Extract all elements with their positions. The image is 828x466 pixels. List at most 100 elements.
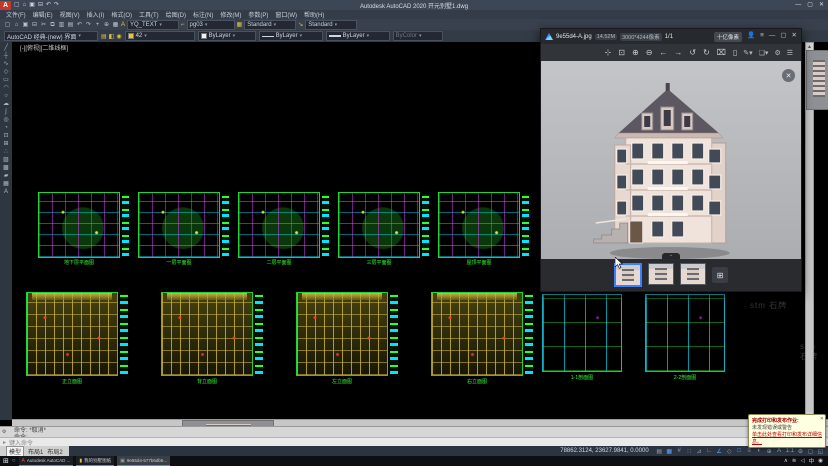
ellipse-tool-icon[interactable]: ◎ (3, 117, 8, 123)
menu-item[interactable]: 标注(N) (193, 10, 213, 19)
mleader-style-combo[interactable]: Standard▾ (305, 20, 357, 30)
color-combo[interactable]: ByLayer▾ (198, 31, 256, 41)
circle-tool-icon[interactable]: ○ (4, 93, 8, 99)
paste-icon[interactable]: ▥ (58, 22, 65, 28)
menu-item[interactable]: 插入(I) (87, 10, 105, 19)
layer-properties-icon[interactable]: ▤ (101, 33, 107, 40)
recent-commands-icon[interactable]: ⚙ (2, 429, 6, 435)
dynamic-input-toggle[interactable]: ⊿ (696, 448, 703, 455)
command-input[interactable]: ▸ 键入命令 (0, 437, 828, 446)
menu-item[interactable]: 视图(V) (60, 10, 80, 19)
menu-item[interactable]: 编辑(E) (33, 10, 53, 19)
spline-tool-icon[interactable]: ∫ (5, 109, 7, 115)
menu-item[interactable]: 工具(T) (139, 10, 159, 19)
thumbnail-grid-button[interactable]: ⊞ (712, 267, 728, 283)
pan-icon[interactable]: + (94, 22, 101, 28)
print-icon[interactable]: ⊟ (31, 22, 38, 28)
balloon-close-icon[interactable]: ✕ (820, 416, 824, 422)
menu-item[interactable]: 参数(P) (248, 10, 268, 19)
tab-model[interactable]: 模型 (6, 446, 24, 457)
notification-icon[interactable]: ◉ (818, 458, 823, 464)
undo-icon[interactable]: ↶ (76, 22, 83, 28)
edit-image-icon[interactable]: ✎▾ (743, 49, 752, 57)
thumbnail-3[interactable] (680, 263, 706, 285)
model-space-toggle[interactable]: ▤ (656, 448, 663, 455)
plot-icon[interactable]: ⊟ (38, 2, 43, 8)
text-style-combo[interactable]: YQ_TEXT▾ (127, 20, 179, 30)
taskbar-item-notes[interactable]: ▮ 我的别墅图纸 (76, 456, 114, 466)
window-close-icon[interactable]: ✕ (819, 2, 824, 8)
viewer-minimize-icon[interactable]: — (769, 33, 776, 40)
table-style-combo[interactable]: Standard▾ (244, 20, 296, 30)
workspace-switching-icon[interactable]: ⚙ (797, 448, 804, 455)
open-icon[interactable]: ⌂ (13, 22, 20, 28)
previous-image-icon[interactable]: ← (659, 48, 667, 57)
annotation-scale-value[interactable]: 1:1 (786, 448, 794, 455)
selection-cycling-toggle[interactable]: ⊕ (766, 448, 773, 455)
menu-item[interactable]: 文件(F) (6, 10, 26, 19)
redo-icon[interactable]: ↷ (85, 22, 92, 28)
new-file-icon[interactable]: ▢ (14, 2, 20, 8)
autocad-logo-icon[interactable]: A (0, 1, 11, 10)
layer-isolate-icon[interactable]: ◉ (116, 33, 121, 40)
save-icon[interactable]: ▣ (29, 2, 35, 8)
menu-item[interactable]: 修改(M) (220, 10, 241, 19)
grid-toggle[interactable]: ▦ (666, 448, 673, 455)
viewer-close-icon[interactable]: ✕ (792, 33, 797, 40)
rotate-left-icon[interactable]: ↺ (689, 48, 696, 57)
window-minimize-icon[interactable]: — (795, 2, 801, 8)
thumbnail-2[interactable] (648, 263, 674, 285)
layer-combo[interactable]: 42▾ (125, 31, 195, 41)
menu-item[interactable]: 格式(O) (111, 10, 132, 19)
menu-item[interactable]: 窗口(W) (275, 10, 297, 19)
make-block-tool-icon[interactable]: ⊞ (3, 141, 8, 147)
annotation-visibility-toggle[interactable]: A (776, 448, 783, 455)
dim-style-combo[interactable]: pg03▾ (187, 20, 235, 30)
hatch-tool-icon[interactable]: ▨ (3, 157, 9, 163)
taskbar-search-icon[interactable]: ○ (12, 458, 16, 464)
viewer-image-close-icon[interactable]: ✕ (782, 69, 795, 82)
menu-item[interactable]: 帮助(H) (304, 10, 324, 19)
delete-image-icon[interactable]: ⌧ (717, 48, 726, 57)
lineweight-toggle[interactable]: ≡ (746, 448, 753, 455)
save-icon[interactable]: ▣ (22, 22, 29, 28)
window-maximize-icon[interactable]: ▢ (807, 2, 813, 8)
polygon-tool-icon[interactable]: ◇ (4, 69, 9, 75)
cut-icon[interactable]: ✂ (40, 22, 47, 28)
strip-collapse-icon[interactable]: ⌄ (662, 253, 680, 259)
next-image-icon[interactable]: → (674, 48, 682, 57)
settings-icon[interactable]: ⚙ (774, 49, 780, 57)
osnap-toggle[interactable]: □ (736, 448, 743, 455)
start-button[interactable]: ⊞ (3, 457, 9, 465)
match-properties-icon[interactable]: ▤ (67, 22, 74, 28)
vertical-scroll-thumb[interactable] (806, 50, 828, 110)
snap-toggle[interactable]: # (676, 448, 683, 455)
open-file-icon[interactable]: ⌂ (23, 2, 27, 8)
insert-block-tool-icon[interactable]: ⊡ (3, 133, 8, 139)
properties-icon[interactable]: ▦ (112, 22, 119, 28)
undo-icon[interactable]: ↶ (46, 2, 51, 8)
balloon-details-link[interactable]: 单击此处查看打印和发布详细信息。 (752, 431, 822, 445)
redo-icon[interactable]: ↷ (54, 2, 59, 8)
arc-tool-icon[interactable]: ◠ (3, 85, 8, 91)
vertical-scrollbar[interactable]: ▲ ▼ (805, 42, 814, 420)
plot-style-combo[interactable]: ByColor▾ (393, 31, 443, 41)
network-icon[interactable]: ≋ (792, 458, 797, 464)
mtext-tool-icon[interactable]: A (4, 189, 8, 195)
ortho-toggle[interactable]: ∟ (706, 448, 713, 455)
region-tool-icon[interactable]: ▰ (4, 173, 9, 179)
ellipse-arc-tool-icon[interactable]: ◔ (4, 125, 8, 131)
fullscreen-icon[interactable]: ⊹ (605, 48, 612, 57)
gigapixel-button[interactable]: 十亿像素 (714, 32, 742, 42)
linetype-combo[interactable]: ByLayer▾ (259, 31, 323, 41)
polyline-tool-icon[interactable]: ∿ (3, 61, 8, 67)
isodraft-toggle[interactable]: ◇ (726, 448, 733, 455)
scroll-up-icon[interactable]: ▲ (806, 43, 813, 50)
table-tool-icon[interactable]: ▦ (3, 181, 9, 187)
fit-window-icon[interactable]: ⊡ (618, 48, 625, 57)
revcloud-tool-icon[interactable]: ☁ (3, 101, 9, 107)
gradient-tool-icon[interactable]: ▩ (3, 165, 9, 171)
more-tools-icon[interactable]: ☰ (787, 49, 793, 57)
taskbar-item-autocad[interactable]: A Autodesk AutoCAD ... (19, 456, 74, 466)
tab-layout2[interactable]: 布局2 (47, 447, 62, 456)
